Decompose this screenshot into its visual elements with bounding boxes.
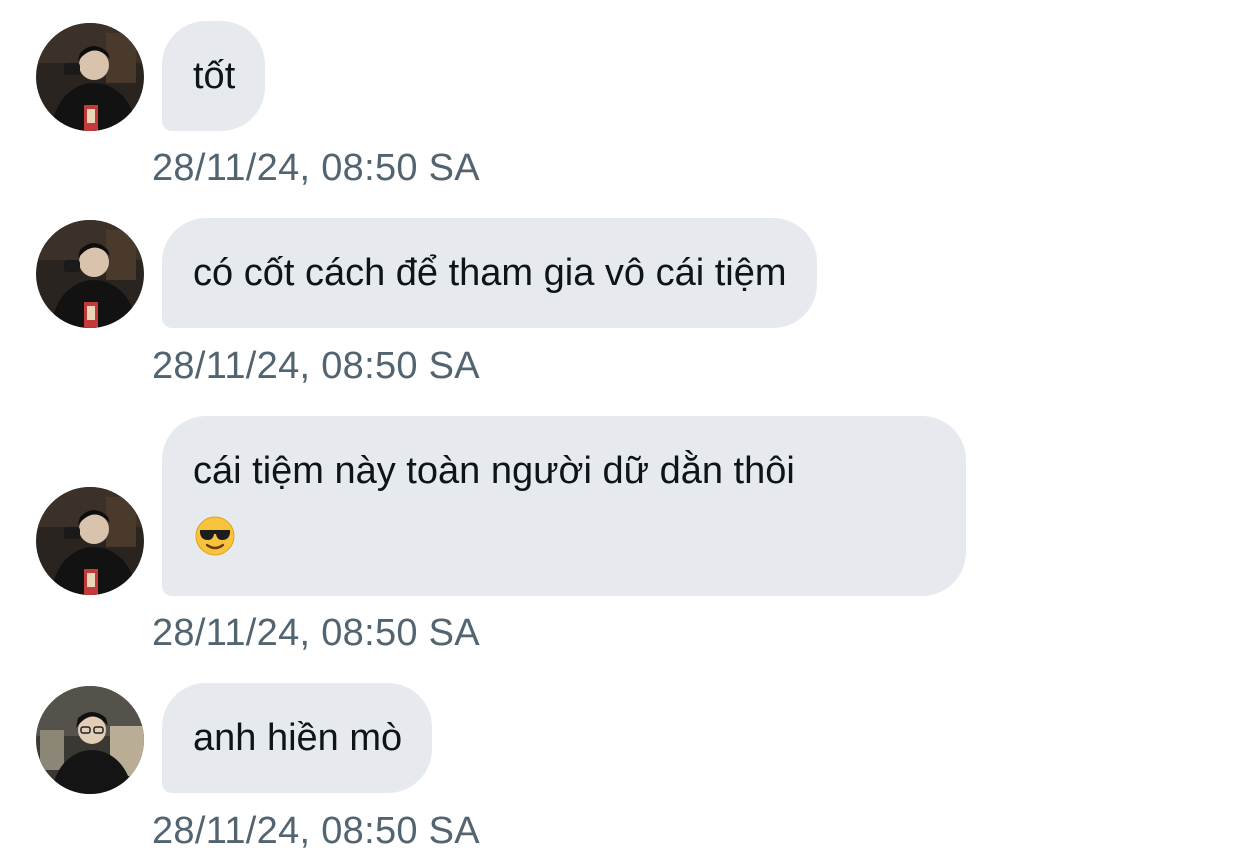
message-bubble[interactable]: cái tiệm này toàn người dữ dằn thôi xyxy=(162,416,966,596)
message-text: có cốt cách để tham gia vô cái tiệm xyxy=(193,252,787,294)
message-timestamp: 28/11/24, 08:50 SA xyxy=(152,345,480,387)
sender-avatar[interactable] xyxy=(36,686,144,794)
sender-avatar[interactable] xyxy=(36,487,144,595)
message-emoji xyxy=(193,504,936,570)
sender-avatar[interactable] xyxy=(36,23,144,131)
message-timestamp: 28/11/24, 08:50 SA xyxy=(152,147,480,189)
message-bubble[interactable]: tốt xyxy=(162,21,266,131)
avatar-photo-icon xyxy=(36,23,144,131)
smiling-face-with-sunglasses-icon xyxy=(195,516,235,556)
message-timestamp: 28/11/24, 08:50 SA xyxy=(152,612,480,654)
message-timestamp: 28/11/24, 08:50 SA xyxy=(152,810,480,852)
message-text: cái tiệm này toàn người dữ dằn thôi xyxy=(193,450,795,492)
sender-avatar[interactable] xyxy=(36,220,144,328)
message-text: tốt xyxy=(193,55,236,97)
message-bubble[interactable]: anh hiền mò xyxy=(162,683,433,793)
avatar-photo-icon xyxy=(36,220,144,328)
message-text: anh hiền mò xyxy=(193,717,403,759)
message-bubble[interactable]: có cốt cách để tham gia vô cái tiệm xyxy=(162,218,817,328)
avatar-photo-icon xyxy=(36,487,144,595)
avatar-photo-icon xyxy=(36,686,144,794)
